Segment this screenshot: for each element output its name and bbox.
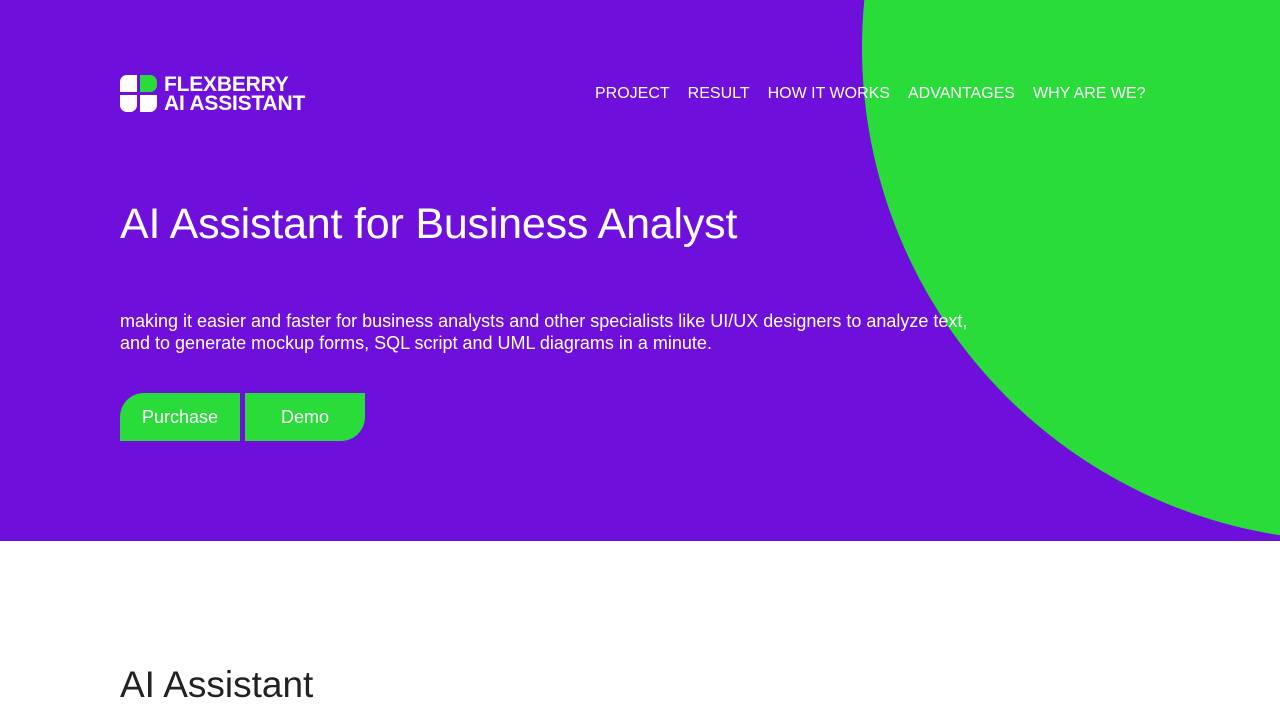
hero-subtitle-line1: making it easier and faster for business… bbox=[120, 311, 968, 331]
brand-wordmark: FLEXBERRY AI ASSISTANT bbox=[164, 74, 306, 115]
hero-subtitle-line2: and to generate mockup forms, SQL script… bbox=[120, 333, 712, 353]
hero-subtitle: making it easier and faster for business… bbox=[120, 310, 1040, 354]
section-title: AI Assistant bbox=[120, 664, 314, 705]
hero-decorative-circle bbox=[862, 0, 1280, 541]
purchase-button[interactable]: Purchase bbox=[120, 393, 240, 441]
hero-title: AI Assistant for Business Analyst bbox=[120, 200, 738, 248]
nav-item-project[interactable]: PROJECT bbox=[586, 84, 679, 104]
nav-item-how-it-works[interactable]: HOW IT WORKS bbox=[759, 84, 899, 104]
nav-item-advantages[interactable]: ADVANTAGES bbox=[899, 84, 1024, 104]
nav-item-result[interactable]: RESULT bbox=[679, 84, 759, 104]
hero-section: FLEXBERRY AI ASSISTANT PROJECT RESULT HO… bbox=[0, 0, 1280, 541]
demo-button[interactable]: Demo bbox=[245, 393, 365, 441]
nav-item-why-are-we[interactable]: WHY ARE WE? bbox=[1024, 84, 1155, 104]
flexberry-logo-icon bbox=[120, 75, 157, 112]
brand-logo[interactable]: FLEXBERRY AI ASSISTANT bbox=[120, 74, 305, 114]
main-nav: PROJECT RESULT HOW IT WORKS ADVANTAGES W… bbox=[586, 84, 1155, 104]
brand-line2: AI ASSISTANT bbox=[164, 92, 306, 115]
